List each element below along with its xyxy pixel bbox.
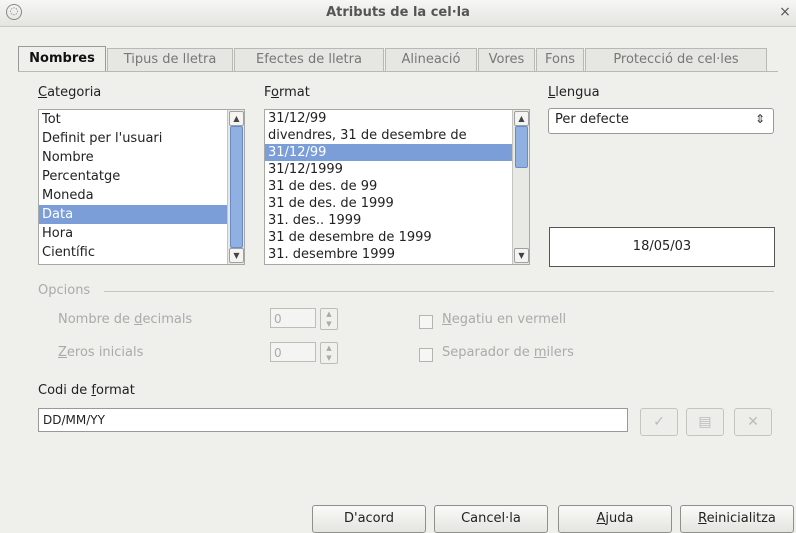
list-item[interactable]: 31 de des. de 1999	[265, 195, 529, 212]
step-up-icon[interactable]: ▲	[321, 343, 337, 353]
list-item[interactable]: 31. des.. 1999	[265, 212, 529, 229]
category-list[interactable]: Tot Definit per l'usuari Nombre Percenta…	[38, 109, 245, 265]
decimals-input[interactable]: 0	[270, 308, 316, 328]
scroll-down-icon[interactable]: ▼	[514, 248, 529, 263]
delete-icon: ✕	[747, 414, 759, 430]
tab-background[interactable]: Fons	[536, 48, 584, 71]
leading-zeros-stepper[interactable]: 0 ▲ ▼	[270, 342, 338, 364]
list-item[interactable]: Definit per l'usuari	[39, 129, 244, 148]
checkmark-icon: ✓	[653, 414, 665, 430]
negative-red-checkbox[interactable]	[419, 315, 433, 329]
list-item[interactable]: Tot	[39, 110, 244, 129]
thousands-separator-checkbox[interactable]	[419, 348, 433, 362]
step-down-icon[interactable]: ▼	[321, 353, 337, 363]
list-item[interactable]: Moneda	[39, 186, 244, 205]
tab-font-effects[interactable]: Efectes de lletra	[234, 48, 384, 71]
delete-code-button[interactable]: ✕	[734, 408, 772, 436]
edit-comment-button[interactable]: ▤	[686, 408, 724, 436]
format-scrollbar[interactable]: ▲ ▼	[512, 110, 529, 264]
language-select[interactable]: Per defecte ⇕	[548, 108, 774, 134]
scroll-down-icon[interactable]: ▼	[229, 248, 244, 263]
preview-value: 18/05/03	[632, 239, 692, 254]
list-item[interactable]: 31/12/1999	[265, 161, 529, 178]
language-label: Llengua	[548, 85, 600, 100]
tab-numbers[interactable]: Nombres	[18, 46, 106, 71]
title-bar: ◌ Atributs de la cel·la ×	[0, 0, 796, 27]
category-scrollbar[interactable]: ▲ ▼	[227, 110, 244, 264]
list-item[interactable]: 31 de des. de 99	[265, 178, 529, 195]
scroll-up-icon[interactable]: ▲	[229, 111, 244, 126]
reset-button[interactable]: Reinicialitza	[680, 505, 794, 533]
help-button[interactable]: Ajuda	[558, 505, 672, 533]
list-item[interactable]: Hora	[39, 224, 244, 243]
cancel-button[interactable]: Cancel·la	[434, 505, 548, 533]
step-up-icon[interactable]: ▲	[321, 309, 337, 319]
stepper-buttons[interactable]: ▲ ▼	[320, 342, 338, 364]
tab-alignment[interactable]: Alineació	[385, 48, 477, 71]
options-divider	[104, 291, 774, 292]
list-item[interactable]: Científic	[39, 243, 244, 262]
step-down-icon[interactable]: ▼	[321, 319, 337, 329]
format-list[interactable]: 31/12/99 divendres, 31 de desembre de 31…	[264, 109, 530, 265]
accept-code-button[interactable]: ✓	[640, 408, 678, 436]
updown-chevron-icon: ⇕	[754, 112, 765, 126]
tab-panel-border	[18, 71, 778, 72]
stepper-buttons[interactable]: ▲ ▼	[320, 308, 338, 330]
negative-red-label: Negatiu en vermell	[442, 312, 567, 327]
leading-zeros-input[interactable]: 0	[270, 342, 316, 362]
options-legend: Opcions	[38, 283, 91, 298]
tab-borders[interactable]: Vores	[478, 48, 535, 71]
format-code-input[interactable]: DD/MM/YY	[38, 408, 628, 432]
comment-icon: ▤	[698, 414, 712, 430]
list-item-selected[interactable]: Data	[39, 205, 244, 224]
thousands-separator-label: Separador de milers	[442, 345, 574, 360]
list-item[interactable]: Percentatge	[39, 167, 244, 186]
list-item[interactable]: Nombre	[39, 148, 244, 167]
scroll-thumb[interactable]	[230, 126, 243, 248]
close-icon[interactable]: ×	[778, 4, 792, 20]
list-item-selected[interactable]: 31/12/99	[265, 144, 529, 161]
ok-button[interactable]: D'acord	[312, 505, 426, 533]
scroll-thumb[interactable]	[515, 126, 528, 168]
list-item[interactable]: 31. desembre 1999	[265, 246, 529, 263]
decimals-label: Nombre de decimals	[58, 312, 193, 327]
scroll-up-icon[interactable]: ▲	[514, 111, 529, 126]
format-code-label: Codi de format	[38, 383, 135, 398]
format-preview: 18/05/03	[549, 227, 775, 267]
cell-attributes-dialog: ◌ Atributs de la cel·la × Nombres Tipus …	[0, 0, 796, 533]
format-label: Format	[264, 85, 310, 100]
tab-cell-protection[interactable]: Protecció de cel·les	[585, 48, 767, 71]
leading-zeros-label: Zeros inicials	[58, 345, 144, 360]
decimals-stepper[interactable]: 0 ▲ ▼	[270, 308, 338, 330]
language-value: Per defecte	[555, 112, 629, 127]
format-code-value: DD/MM/YY	[43, 413, 105, 427]
list-item[interactable]: 31/12/99	[265, 110, 529, 127]
list-item[interactable]: 31 de desembre de 1999	[265, 229, 529, 246]
category-label: Categoria	[38, 85, 102, 100]
tab-font[interactable]: Tipus de lletra	[107, 48, 233, 71]
window-title: Atributs de la cel·la	[326, 5, 470, 20]
list-item[interactable]: divendres, 31 de desembre de	[265, 127, 529, 144]
